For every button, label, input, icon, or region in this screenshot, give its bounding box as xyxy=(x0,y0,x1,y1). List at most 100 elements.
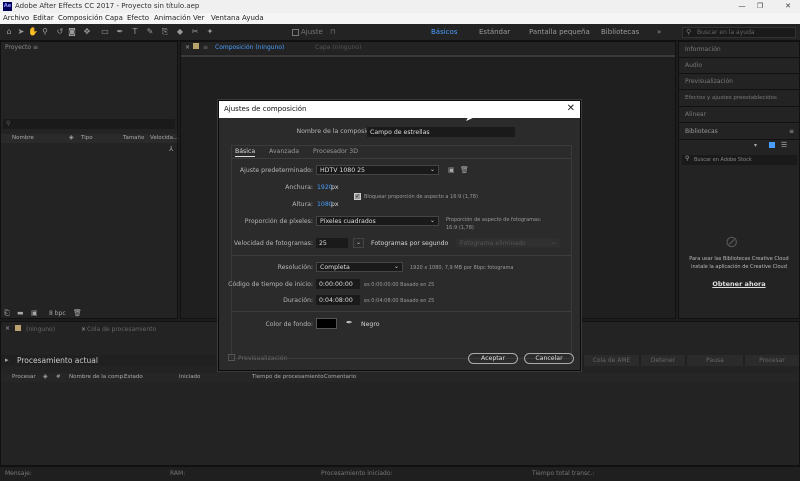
clone-tool-icon[interactable]: ⎘ xyxy=(160,27,170,37)
menu-animacion[interactable]: Animación xyxy=(154,14,191,22)
menu-ver[interactable]: Ver xyxy=(193,14,204,22)
pen-tool-icon[interactable]: ✒ xyxy=(115,27,125,37)
puppet-tool-icon[interactable]: ✦ xyxy=(205,27,215,37)
workspace-basicos[interactable]: Básicos xyxy=(431,28,457,36)
procesar-button[interactable]: Procesar xyxy=(745,355,799,366)
workspace-estandar[interactable]: Estándar xyxy=(479,28,510,36)
col-tamano[interactable]: Tamaño xyxy=(123,135,144,141)
bit-depth-label[interactable]: 8 bpc xyxy=(49,310,66,317)
col-nombre[interactable]: Nombre xyxy=(12,135,34,141)
menu-ventana[interactable]: Ventana xyxy=(211,14,240,22)
duration-input[interactable]: 0:04:08:00 xyxy=(316,295,360,305)
eraser-tool-icon[interactable]: ◆ xyxy=(175,27,185,37)
tab-capa[interactable]: Capa (ninguno) xyxy=(315,44,361,51)
close-icon[interactable]: ✕ xyxy=(567,103,575,114)
list-view-icon[interactable]: ☰ xyxy=(781,141,787,149)
pan-behind-tool-icon[interactable]: ✥ xyxy=(82,27,92,37)
col-tipo[interactable]: Tipo xyxy=(81,135,93,141)
interpret-footage-icon[interactable]: ⎗ xyxy=(4,309,10,318)
ajuste-checkbox[interactable] xyxy=(292,29,299,36)
resolution-dropdown[interactable]: Completa ⌄ xyxy=(316,262,403,272)
col-nombre-comp[interactable]: Nombre de la comp. xyxy=(69,374,125,380)
col-number[interactable]: # xyxy=(56,374,61,380)
type-tool-icon[interactable]: T xyxy=(130,27,140,37)
col-procesar[interactable]: Procesar xyxy=(12,374,36,380)
minimize-icon[interactable]: — xyxy=(736,1,748,12)
pixel-aspect-dropdown[interactable]: Píxeles cuadrados ⌄ xyxy=(316,216,439,226)
tab-basica[interactable]: Básica xyxy=(235,148,256,157)
lock-icon[interactable]: ≡ xyxy=(203,44,208,51)
rotate-tool-icon[interactable]: ↺ xyxy=(55,27,65,37)
obtener-ahora-link[interactable]: Obtener ahora xyxy=(679,280,799,288)
help-search-box[interactable]: ⚲ Buscar en la ayuda xyxy=(682,27,796,38)
fps-input[interactable]: 25 xyxy=(316,238,348,248)
delete-preset-icon[interactable]: 🗑 xyxy=(460,166,469,174)
col-estado[interactable]: Estado xyxy=(124,374,143,380)
grid-view-icon[interactable] xyxy=(769,142,775,148)
rectangle-tool-icon[interactable]: ▭ xyxy=(100,27,110,37)
preset-dropdown[interactable]: HDTV 1080 25 ⌄ xyxy=(316,165,439,175)
menu-editar[interactable]: Editar xyxy=(33,14,54,22)
tab-avanzada[interactable]: Avanzada xyxy=(269,148,299,155)
cancel-button[interactable]: Cancelar xyxy=(524,353,574,364)
menu-efecto[interactable]: Efecto xyxy=(127,14,149,22)
panel-efectos[interactable]: Efectos y ajustes preestablecidos xyxy=(679,91,800,107)
panel-informacion[interactable]: Información xyxy=(679,42,800,58)
panel-alinear[interactable]: Alinear xyxy=(679,107,800,123)
roto-tool-icon[interactable]: ✂ xyxy=(190,27,200,37)
snap-icon[interactable]: ⊓ xyxy=(330,28,335,36)
tab-procesador-3d[interactable]: Procesador 3D xyxy=(313,148,358,155)
panel-audio[interactable]: Audio xyxy=(679,58,800,74)
bg-color-swatch[interactable] xyxy=(316,318,337,329)
close-tab-icon[interactable]: × xyxy=(185,44,190,51)
comp-tab-bar: × ≡ Composición (ninguno) Capa (ninguno) xyxy=(181,42,675,54)
project-search[interactable]: ⚲ xyxy=(3,119,175,129)
new-comp-icon[interactable]: ▣ xyxy=(31,309,38,317)
zoom-tool-icon[interactable]: ⚲ xyxy=(40,27,50,37)
collapse-icon[interactable]: ▸ xyxy=(5,356,9,364)
tab-cola-procesamiento[interactable]: Cola de procesamiento xyxy=(87,326,156,333)
new-folder-icon[interactable]: ▬ xyxy=(17,309,24,317)
brush-tool-icon[interactable]: ✎ xyxy=(145,27,155,37)
panel-menu-icon[interactable]: ≡ xyxy=(789,128,794,135)
home-icon[interactable]: ⌂ xyxy=(4,27,14,37)
save-preset-icon[interactable]: ▣ xyxy=(448,166,455,174)
tab-close-queue-icon[interactable]: × xyxy=(81,326,86,333)
col-comentario[interactable]: Comentario xyxy=(324,374,356,380)
hand-tool-icon[interactable]: ✋ xyxy=(28,27,38,37)
fps-dropdown-icon[interactable]: ⌄ xyxy=(353,238,364,248)
pausa-button[interactable]: Pausa xyxy=(687,355,743,366)
maximize-icon[interactable]: ❐ xyxy=(754,1,766,12)
camera-tool-icon[interactable]: ◙ xyxy=(67,27,77,37)
panel-previsualizacion[interactable]: Previsualización xyxy=(679,74,800,90)
col-iniciado[interactable]: Iniciado xyxy=(179,374,200,380)
menu-ayuda[interactable]: Ayuda xyxy=(242,14,264,22)
chevron-down-icon[interactable]: ▾ xyxy=(754,142,757,149)
selection-tool-icon[interactable]: ➤ xyxy=(16,27,26,37)
tab-timeline-ninguno[interactable]: (ninguno) xyxy=(26,326,55,333)
accept-button[interactable]: Aceptar xyxy=(468,353,518,364)
menu-capa[interactable]: Capa xyxy=(105,14,123,22)
workspace-pantalla-pequena[interactable]: Pantalla pequeña xyxy=(529,28,590,36)
workspace-bibliotecas[interactable]: Bibliotecas xyxy=(601,28,639,36)
col-tiempo[interactable]: Tiempo de procesamiento xyxy=(252,374,324,380)
detener-button[interactable]: Detener xyxy=(641,355,685,366)
lock-aspect-checkbox[interactable]: ✓ xyxy=(354,193,361,200)
more-workspaces-icon[interactable]: » xyxy=(657,28,661,36)
col-velocidad[interactable]: Velocida... xyxy=(150,135,178,141)
panel-bibliotecas[interactable]: Bibliotecas xyxy=(679,124,800,140)
close-tab-icon[interactable]: × xyxy=(5,325,10,332)
stock-search-box[interactable]: ⚲ Buscar en Adobe Stock xyxy=(682,155,797,165)
start-timecode-input[interactable]: 0:00:00:00 xyxy=(316,279,360,289)
project-tab[interactable]: Proyecto ≡ xyxy=(1,42,177,53)
cola-ame-button[interactable]: Cola de AME xyxy=(584,355,639,366)
close-window-icon[interactable]: ✕ xyxy=(782,1,794,12)
eyedropper-icon[interactable]: ✒ xyxy=(346,318,353,327)
comp-name-input[interactable]: Campo de estrellas xyxy=(367,127,515,137)
preview-checkbox[interactable] xyxy=(228,354,235,361)
menu-composicion[interactable]: Composición xyxy=(58,14,103,22)
tab-composicion[interactable]: Composición (ninguno) xyxy=(215,44,284,51)
trash-icon[interactable]: 🗑 xyxy=(73,309,82,317)
menu-archivo[interactable]: Archivo xyxy=(3,14,29,22)
flowchart-icon[interactable]: ⅄ xyxy=(169,145,173,153)
